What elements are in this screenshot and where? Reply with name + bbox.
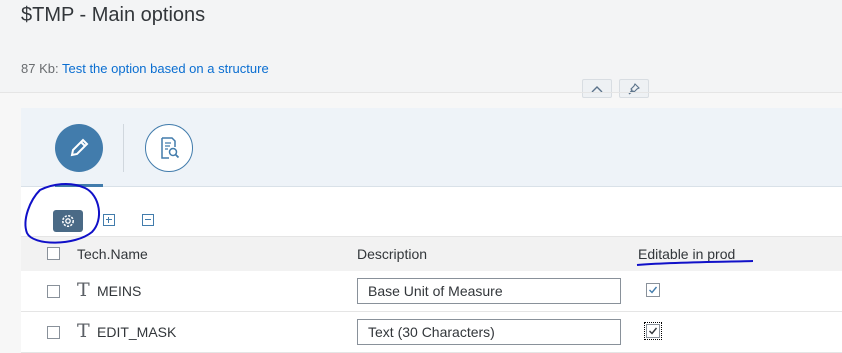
description-input[interactable]: Base Unit of Measure bbox=[357, 278, 621, 304]
table-header: Tech.Name Description Editable in prod bbox=[21, 236, 842, 272]
table-row[interactable]: T EDIT_MASK Text (30 Characters) bbox=[21, 312, 842, 353]
icon-tab-bar bbox=[21, 108, 842, 187]
gear-icon bbox=[62, 215, 74, 227]
tech-name-cell: EDIT_MASK bbox=[97, 324, 177, 340]
select-all-checkbox[interactable] bbox=[47, 247, 60, 260]
row-select-checkbox[interactable] bbox=[47, 285, 60, 298]
tab-selected-indicator bbox=[55, 184, 103, 187]
tab-separator bbox=[123, 124, 124, 172]
tech-name-cell: MEINS bbox=[97, 283, 142, 299]
document-search-icon bbox=[161, 137, 180, 159]
tab-edit[interactable] bbox=[55, 124, 103, 172]
expand-all-icon[interactable] bbox=[103, 214, 115, 226]
header-subline: 87 Kb: Test the option based on a struct… bbox=[21, 61, 269, 76]
checkmark-icon bbox=[649, 327, 658, 335]
checkmark-icon bbox=[649, 286, 658, 294]
description-input[interactable]: Text (30 Characters) bbox=[357, 319, 621, 345]
column-header-editable-in-prod[interactable]: Editable in prod bbox=[638, 246, 735, 262]
text-type-icon: T bbox=[77, 279, 90, 301]
header-divider bbox=[0, 92, 842, 93]
editable-in-prod-checkbox[interactable] bbox=[644, 322, 662, 340]
tab-review[interactable] bbox=[145, 124, 193, 172]
editable-in-prod-checkbox[interactable] bbox=[646, 283, 660, 297]
collapse-all-icon[interactable] bbox=[142, 214, 154, 226]
object-header: $TMP - Main options 87 Kb: Test the opti… bbox=[0, 0, 842, 98]
page-title: $TMP - Main options bbox=[21, 4, 206, 26]
pencil-icon bbox=[70, 138, 89, 157]
collapse-header-button[interactable] bbox=[582, 79, 612, 98]
content-panel: Tech.Name Description Editable in prod T… bbox=[21, 108, 842, 353]
table-row[interactable]: T MEINS Base Unit of Measure bbox=[21, 271, 842, 312]
size-label: 87 Kb: bbox=[21, 61, 59, 76]
row-select-checkbox[interactable] bbox=[47, 326, 60, 339]
text-type-icon: T bbox=[77, 320, 90, 342]
column-header-description[interactable]: Description bbox=[357, 246, 427, 262]
description-link[interactable]: Test the option based on a structure bbox=[62, 61, 269, 76]
pin-header-button[interactable] bbox=[619, 79, 649, 98]
column-header-tech-name[interactable]: Tech.Name bbox=[77, 246, 148, 262]
settings-button[interactable] bbox=[53, 210, 83, 232]
